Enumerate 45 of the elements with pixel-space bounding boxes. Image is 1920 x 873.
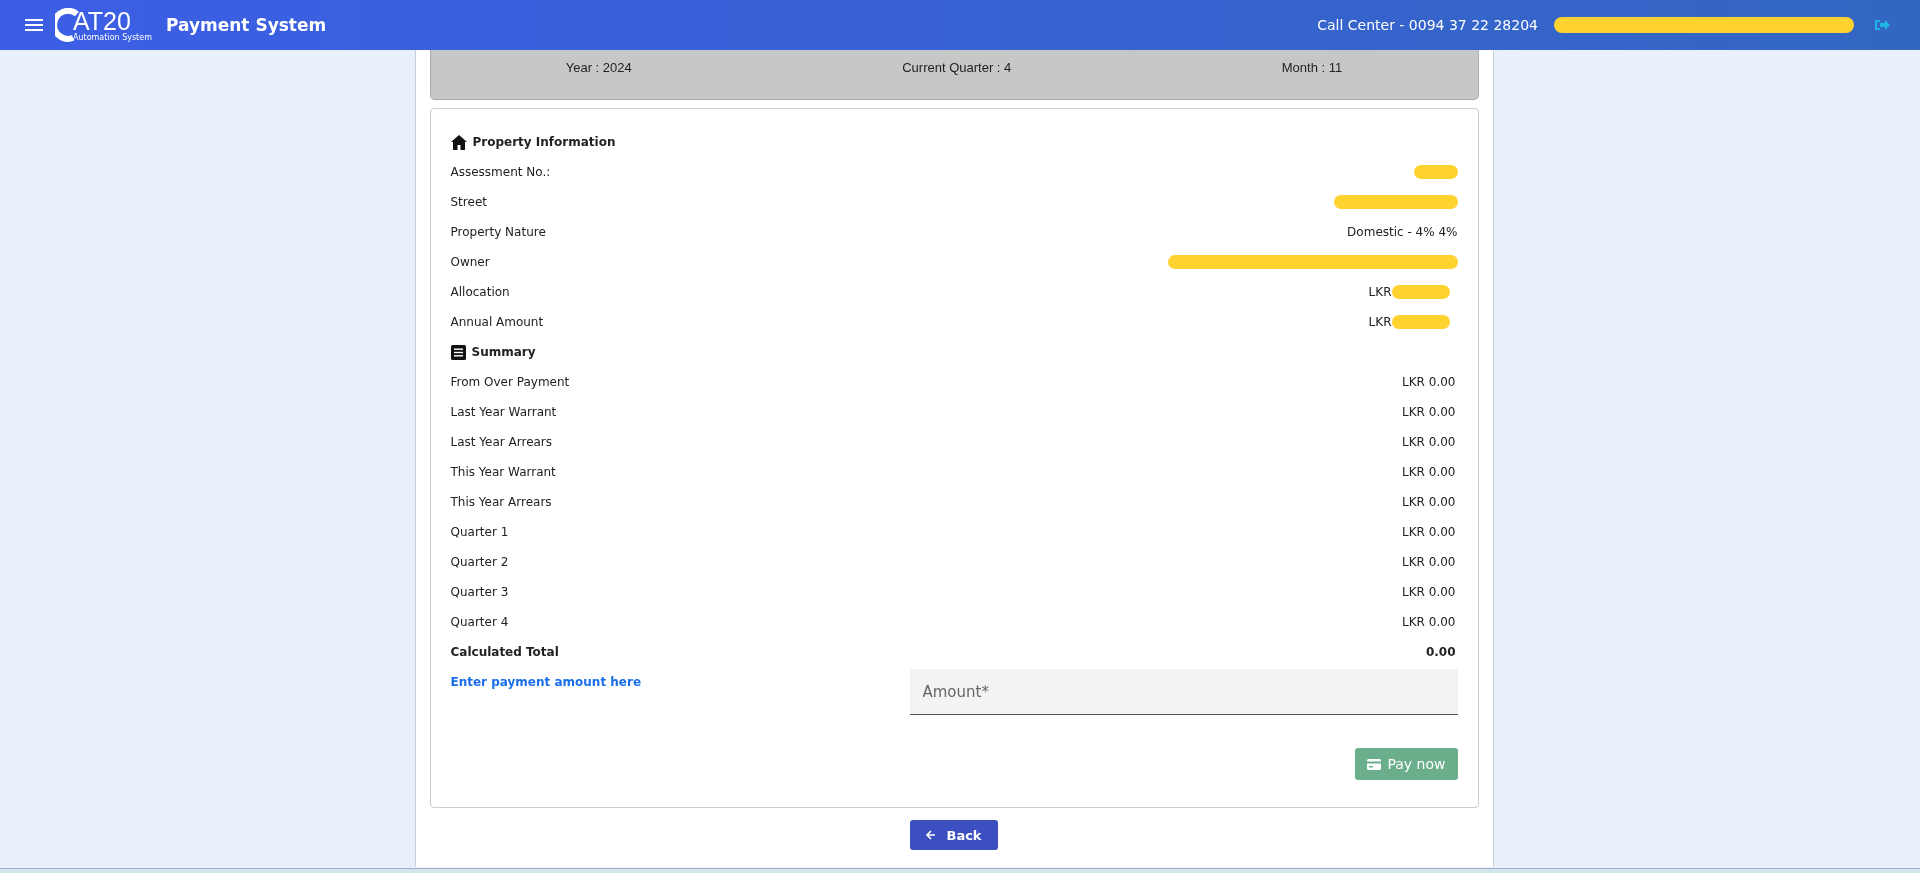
row-value: LKR 0.00 [1402,555,1456,569]
row-label: Quarter 4 [450,615,509,629]
payment-prompt: Enter payment amount here [450,674,642,689]
row-label: Annual Amount [450,315,544,329]
row-value: LKR 0.00 [1402,525,1456,539]
row-value: 0.00 [1425,645,1456,659]
row-label: Assessment No.: [450,165,551,179]
back-button[interactable]: Back [910,820,998,850]
row-value: LKR [1368,285,1392,299]
section-title: Summary [471,345,536,359]
row-value: LKR 0.00 [1402,435,1456,449]
row-label: Last Year Arrears [450,435,553,449]
row-value: LKR 0.00 [1402,405,1456,419]
row-label: Street [450,195,487,209]
row-value: LKR 0.00 [1402,495,1456,509]
row-value: LKR [1368,315,1392,329]
row-label: This Year Arrears [450,495,552,509]
row-label: Property Nature [450,225,546,239]
row-label: Last Year Warrant [450,405,557,419]
row-value: LKR 0.00 [1402,615,1456,629]
row-label: Quarter 1 [450,525,509,539]
row-value: Domestic - 4% 4% [1347,225,1458,239]
list-icon [450,344,466,360]
row-label: Owner [450,255,490,269]
row-label: This Year Warrant [450,465,556,479]
period-label: Current Quarter : 4 [902,60,1012,77]
row-label: Quarter 3 [450,585,509,599]
row-label: From Over Payment [450,375,570,389]
row-value: LKR 0.00 [1402,585,1456,599]
row-value: LKR 0.00 [1402,375,1456,389]
amount-field[interactable]: Amount* [909,669,1458,715]
home-icon [450,134,467,150]
row-value: LKR 0.00 [1402,465,1456,479]
section-title: Property Information [472,135,616,149]
logo: AT20 Automation System [55,8,152,42]
period-label: Month : 11 [1281,60,1343,77]
arrow-left-icon [926,830,937,840]
app-title: Payment System [165,15,327,35]
menu-icon[interactable] [25,18,43,32]
call-center-text: Call Center - 0094 37 22 28204 [1317,17,1538,33]
row-label: Allocation [450,285,510,299]
card-icon [1367,758,1382,770]
period-label: Year : 2024 [565,60,632,77]
row-label: Quarter 2 [450,555,509,569]
row-label: Calculated Total [450,645,559,659]
